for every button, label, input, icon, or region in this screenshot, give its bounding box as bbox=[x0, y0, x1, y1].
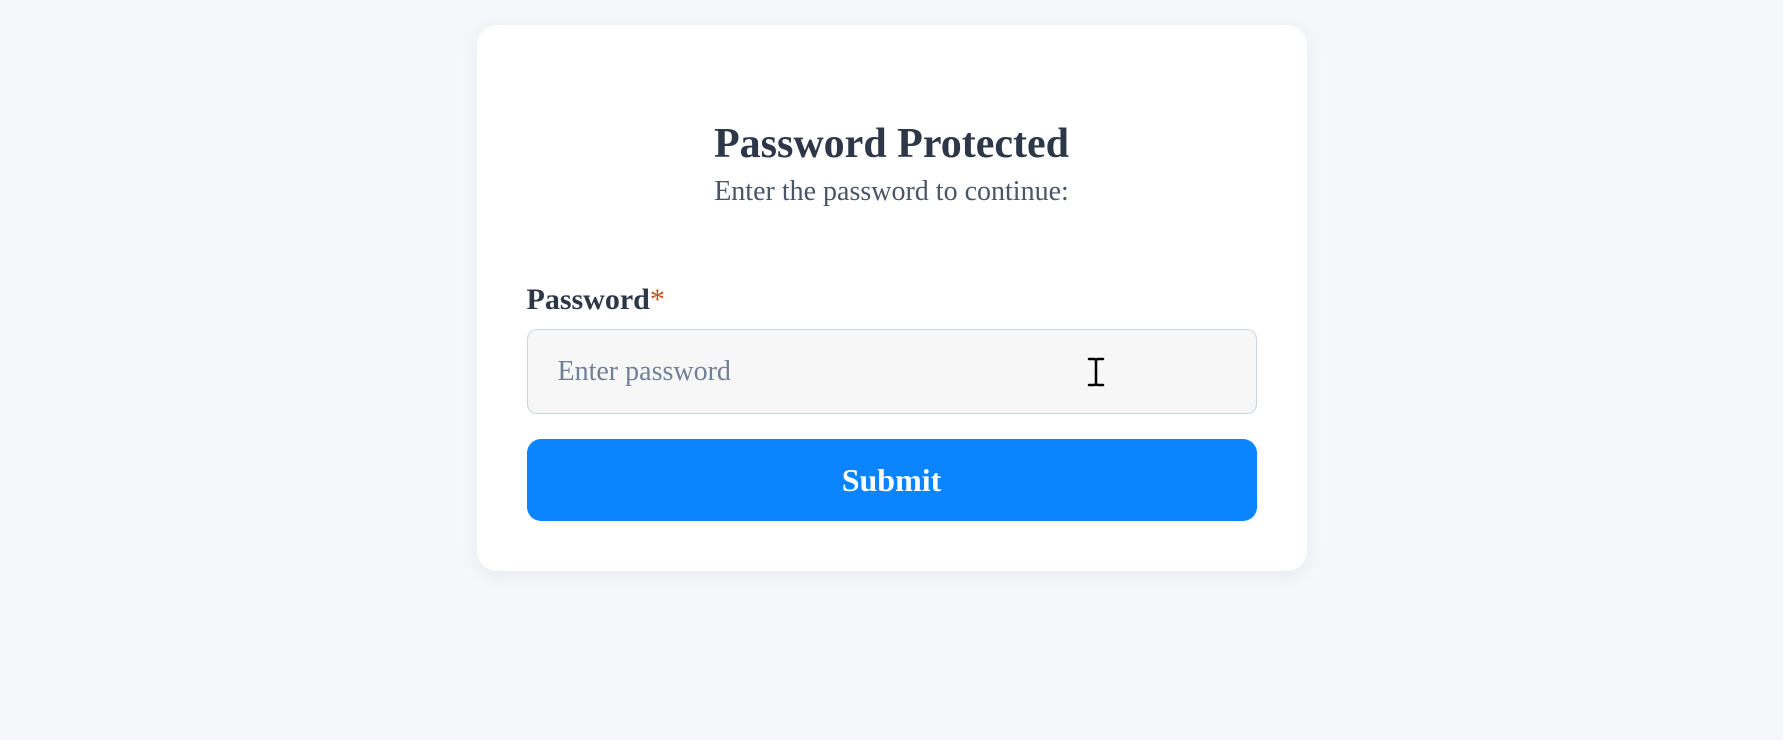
password-label-text: Password bbox=[527, 283, 650, 316]
password-label: Password* bbox=[527, 283, 1257, 317]
password-input[interactable] bbox=[527, 329, 1257, 414]
password-card: Password Protected Enter the password to… bbox=[477, 25, 1307, 571]
required-indicator: * bbox=[650, 283, 665, 316]
submit-button[interactable]: Submit bbox=[527, 439, 1257, 521]
page-subtitle: Enter the password to continue: bbox=[527, 176, 1257, 208]
page-title: Password Protected bbox=[527, 120, 1257, 168]
password-input-wrapper bbox=[527, 329, 1257, 439]
